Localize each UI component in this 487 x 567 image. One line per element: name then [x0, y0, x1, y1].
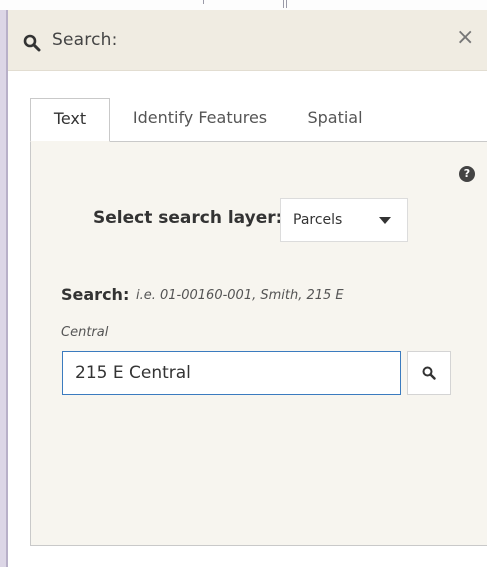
caret-down-icon — [379, 217, 391, 224]
close-button[interactable]: × — [456, 27, 474, 49]
search-hint: i.e. 01-00160-001, Smith, 215 E — [136, 288, 344, 303]
tab-identify-features[interactable]: Identify Features — [118, 98, 282, 140]
search-icon — [23, 34, 41, 52]
search-input[interactable] — [62, 351, 401, 395]
layer-select-value: Parcels — [293, 212, 343, 228]
map-background-strip — [0, 0, 487, 10]
panel-title: Search: — [52, 30, 118, 50]
map-mark — [286, 0, 287, 8]
layer-select-dropdown[interactable]: Parcels — [280, 198, 408, 242]
search-tabs: Text Identify Features Spatial — [30, 98, 487, 142]
tab-spatial[interactable]: Spatial — [290, 98, 380, 140]
tab-text[interactable]: Text — [30, 98, 110, 142]
search-icon — [422, 366, 436, 380]
panel-left-border — [0, 10, 8, 567]
text-search-pane: ? Select search layer: Parcels Search: i… — [30, 141, 487, 546]
search-submit-button[interactable] — [407, 351, 451, 395]
search-hint-continued: Central — [61, 325, 109, 340]
search-panel: Search: × Text Identify Features Spatial… — [8, 10, 487, 567]
search-label: Search: — [61, 285, 130, 304]
panel-header: Search: × — [8, 10, 487, 71]
map-mark — [203, 0, 204, 4]
help-icon[interactable]: ? — [459, 166, 475, 182]
layer-select-label: Select search layer: — [93, 208, 283, 228]
map-mark — [283, 0, 284, 8]
